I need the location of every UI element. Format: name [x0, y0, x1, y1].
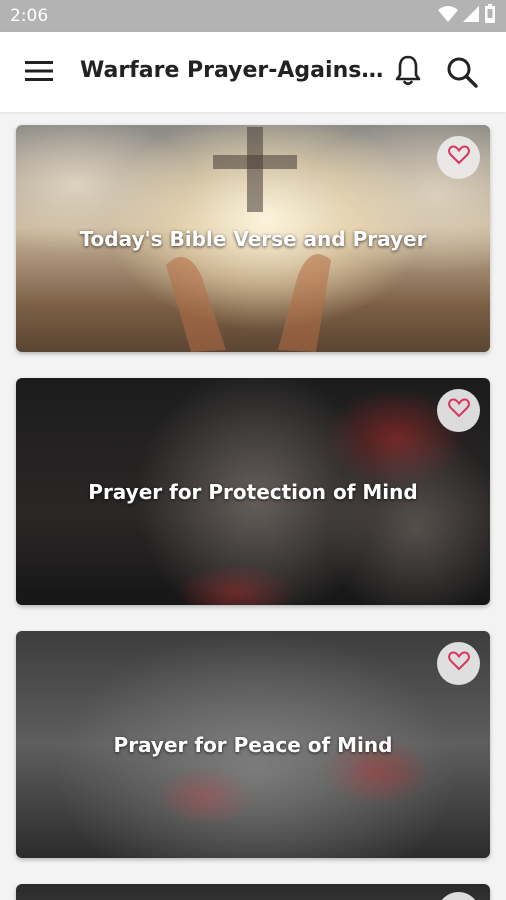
card-image — [16, 884, 490, 900]
status-bar: 2:06 — [0, 0, 506, 32]
heart-outline-icon — [447, 651, 470, 676]
heart-outline-icon — [447, 145, 470, 170]
hamburger-menu-icon — [25, 60, 53, 87]
menu-button[interactable] — [22, 56, 56, 90]
status-time: 2:06 — [10, 6, 49, 26]
favorite-button[interactable] — [437, 389, 480, 432]
prayer-card[interactable]: Prayer for Protection of Mind — [16, 378, 490, 605]
favorite-button[interactable] — [437, 642, 480, 685]
search-icon — [446, 56, 478, 93]
card-title: Prayer for Peace of Mind — [113, 732, 393, 757]
battery-icon — [484, 3, 496, 29]
card-title: Today's Bible Verse and Prayer — [79, 226, 427, 251]
search-button[interactable] — [442, 54, 482, 94]
card-title: Prayer for Protection of Mind — [88, 479, 418, 504]
signal-icon — [462, 5, 480, 28]
app-bar: Warfare Prayer-Against e... — [0, 32, 506, 112]
heart-outline-icon — [447, 398, 470, 423]
page-title: Warfare Prayer-Against e... — [80, 58, 385, 83]
favorite-button[interactable] — [437, 136, 480, 179]
bell-icon — [394, 54, 422, 91]
prayer-card[interactable]: Prayer for Peace of Mind — [16, 631, 490, 858]
wifi-icon — [438, 5, 458, 28]
prayer-card[interactable]: Today's Bible Verse and Prayer — [16, 125, 490, 352]
status-icons — [438, 3, 496, 29]
notifications-button[interactable] — [390, 54, 426, 90]
prayer-card[interactable] — [16, 884, 490, 900]
